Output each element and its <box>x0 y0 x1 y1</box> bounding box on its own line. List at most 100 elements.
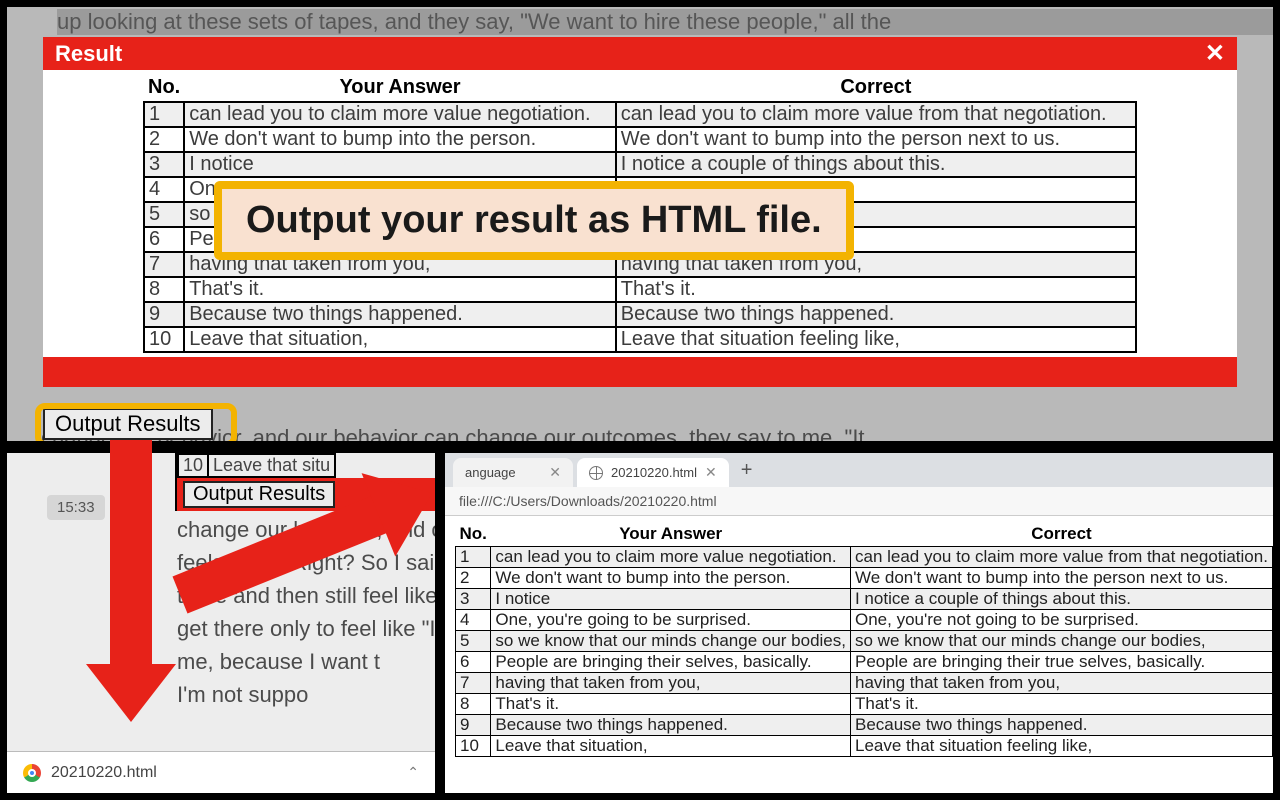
cell-your-answer: One, you're going to be surprised. <box>491 610 851 631</box>
cell-no: 5 <box>144 202 184 227</box>
cell-correct: I notice a couple of things about this. <box>850 589 1272 610</box>
cell-your-answer: having that taken from you, <box>491 673 851 694</box>
cell-correct: can lead you to claim more value from th… <box>616 102 1136 127</box>
cell-correct: We don't want to bump into the person ne… <box>616 127 1136 152</box>
close-icon[interactable]: ✕ <box>1205 39 1225 68</box>
opened-file-panel: anguage ✕ 20210220.html ✕ + file:///C:/U… <box>442 450 1276 796</box>
cell-no: 2 <box>144 127 184 152</box>
cell-correct: can lead you to claim more value from th… <box>850 547 1272 568</box>
transcript-line: I'm not suppo <box>177 678 438 711</box>
mini-text: Leave that situ <box>208 454 335 477</box>
cell-correct: Because two things happened. <box>850 715 1272 736</box>
cell-your-answer: so we know that our minds change our bod… <box>491 631 851 652</box>
table-row: 1can lead you to claim more value negoti… <box>144 102 1136 127</box>
table-row: 5so we know that our minds change our bo… <box>456 631 1273 652</box>
cell-no: 7 <box>456 673 491 694</box>
new-tab-button[interactable]: + <box>733 459 761 482</box>
cell-no: 1 <box>456 547 491 568</box>
table-row: 1can lead you to claim more value negoti… <box>456 547 1273 568</box>
browser-tab-active[interactable]: 20210220.html ✕ <box>577 458 729 487</box>
cell-your-answer: can lead you to claim more value negotia… <box>184 102 616 127</box>
cell-no: 4 <box>456 610 491 631</box>
table-row: 10Leave that situation,Leave that situat… <box>456 736 1273 757</box>
tab-label: anguage <box>465 465 516 480</box>
table-row: 6People are bringing their selves, basic… <box>456 652 1273 673</box>
close-icon[interactable]: ✕ <box>705 464 717 481</box>
cell-correct: That's it. <box>850 694 1272 715</box>
chrome-icon <box>23 764 41 782</box>
cell-your-answer: Leave that situation, <box>491 736 851 757</box>
col-correct: Correct <box>850 524 1272 547</box>
close-icon[interactable]: ✕ <box>549 464 561 481</box>
cell-no: 6 <box>144 227 184 252</box>
table-row: 8That's it.That's it. <box>144 277 1136 302</box>
cell-correct: having that taken from you, <box>850 673 1272 694</box>
table-row: 3I noticeI notice a couple of things abo… <box>456 589 1273 610</box>
browser-tab-prev[interactable]: anguage ✕ <box>453 458 573 487</box>
table-row: 8That's it.That's it. <box>456 694 1273 715</box>
cell-no: 1 <box>144 102 184 127</box>
cell-correct: Leave that situation feeling like, <box>850 736 1272 757</box>
cell-correct: One, you're not going to be surprised. <box>850 610 1272 631</box>
cell-no: 5 <box>456 631 491 652</box>
cell-your-answer: That's it. <box>491 694 851 715</box>
cell-no: 7 <box>144 252 184 277</box>
result-table-file: No. Your Answer Correct 1can lead you to… <box>455 524 1273 757</box>
transcript-line: me, because I want t <box>177 645 438 678</box>
browser-download-bar[interactable]: 20210220.html ⌃ <box>7 751 435 793</box>
result-header: Result ✕ <box>43 37 1237 70</box>
table-row: 9Because two things happened.Because two… <box>456 715 1273 736</box>
cell-correct: I notice a couple of things about this. <box>616 152 1136 177</box>
cell-your-answer: That's it. <box>184 277 616 302</box>
table-row: 2We don't want to bump into the person.W… <box>144 127 1136 152</box>
table-row: 2We don't want to bump into the person.W… <box>456 568 1273 589</box>
cell-correct: People are bringing their true selves, b… <box>850 652 1272 673</box>
cell-no: 9 <box>144 302 184 327</box>
downloaded-filename[interactable]: 20210220.html <box>51 764 157 782</box>
cell-your-answer: People are bringing their selves, basica… <box>491 652 851 673</box>
result-footer <box>43 357 1237 387</box>
mini-no: 10 <box>178 454 208 477</box>
cell-your-answer: Leave that situation, <box>184 327 616 352</box>
cell-no: 8 <box>144 277 184 302</box>
cell-your-answer: We don't want to bump into the person. <box>184 127 616 152</box>
output-results-button[interactable]: Output Results <box>43 408 213 440</box>
cell-no: 2 <box>456 568 491 589</box>
table-row: 9Because two things happened.Because two… <box>144 302 1136 327</box>
col-your-answer: Your Answer <box>184 76 616 102</box>
cell-your-answer: We don't want to bump into the person. <box>491 568 851 589</box>
table-row: 4One, you're going to be surprised.One, … <box>456 610 1273 631</box>
cell-no: 10 <box>456 736 491 757</box>
result-title: Result <box>55 41 122 67</box>
table-row: 7having that taken from you,having that … <box>456 673 1273 694</box>
cell-correct: Because two things happened. <box>616 302 1136 327</box>
cell-no: 10 <box>144 327 184 352</box>
arrow-down-icon <box>96 440 166 720</box>
cell-correct: That's it. <box>616 277 1136 302</box>
table-row: 3I noticeI notice a couple of things abo… <box>144 152 1136 177</box>
instruction-callout: Output your result as HTML file. <box>214 181 854 260</box>
cell-no: 3 <box>456 589 491 610</box>
col-correct: Correct <box>616 76 1136 102</box>
url-bar[interactable]: file:///C:/Users/Downloads/20210220.html <box>445 487 1273 516</box>
cell-your-answer: I notice <box>491 589 851 610</box>
cell-correct: so we know that our minds change our bod… <box>850 631 1272 652</box>
cell-no: 4 <box>144 177 184 202</box>
globe-icon <box>589 466 603 480</box>
cell-your-answer: I notice <box>184 152 616 177</box>
cell-correct: Leave that situation feeling like, <box>616 327 1136 352</box>
col-no: No. <box>456 524 491 547</box>
cell-your-answer: can lead you to claim more value negotia… <box>491 547 851 568</box>
cell-no: 9 <box>456 715 491 736</box>
col-your-answer: Your Answer <box>491 524 851 547</box>
cell-correct: We don't want to bump into the person ne… <box>850 568 1272 589</box>
cell-your-answer: Because two things happened. <box>491 715 851 736</box>
tab-label: 20210220.html <box>611 465 697 480</box>
cell-no: 3 <box>144 152 184 177</box>
cell-no: 8 <box>456 694 491 715</box>
chevron-up-icon[interactable]: ⌃ <box>407 764 419 781</box>
col-no: No. <box>144 76 184 102</box>
cell-your-answer: Because two things happened. <box>184 302 616 327</box>
cell-no: 6 <box>456 652 491 673</box>
browser-tabstrip: anguage ✕ 20210220.html ✕ + <box>445 453 1273 487</box>
